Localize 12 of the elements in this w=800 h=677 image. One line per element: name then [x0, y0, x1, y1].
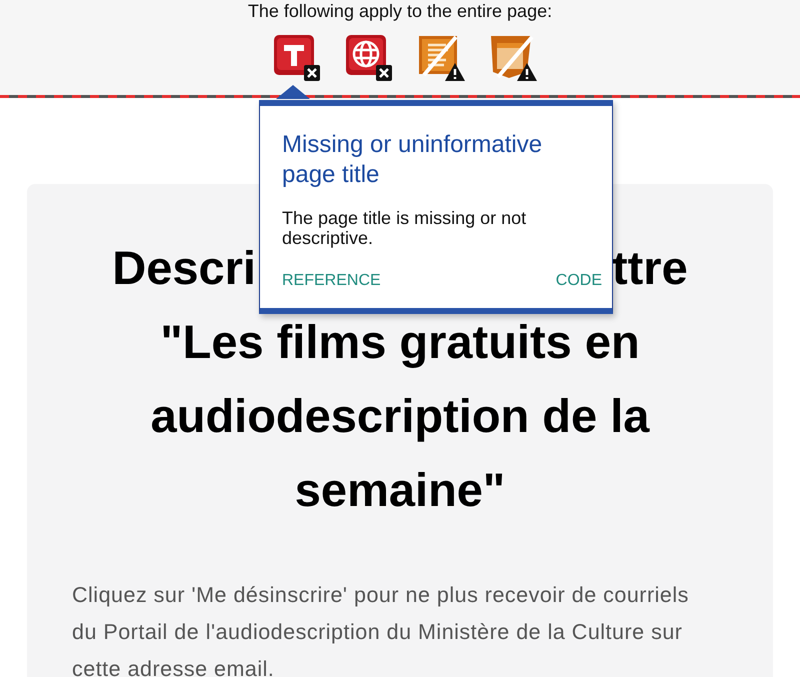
heading-text: ttre — [612, 240, 688, 296]
popup-link[interactable]: REFERENCE — [282, 272, 381, 290]
heading-text: "Les films gratuits en — [159, 314, 641, 370]
popup-text: The page title is missing or not descriptive. — [282, 208, 528, 248]
popup-link[interactable]: CODE — [556, 272, 602, 290]
heading-text: semaine" — [294, 462, 506, 518]
toolbar-caption: The following apply to the entire page: — [248, 0, 552, 22]
heading-text: Descri — [112, 240, 256, 296]
paragraph: Cliquez sur 'Me désinscrire' pour ne plus recevoir de courriels du Portail de l'audiodescription du Ministère de la Culture sur cette adresse email. — [72, 582, 690, 677]
popup-title: Missing or uninformative page title — [282, 130, 544, 190]
issue-button[interactable] — [272, 33, 322, 97]
heading-text: audiodescription de la — [150, 388, 651, 444]
